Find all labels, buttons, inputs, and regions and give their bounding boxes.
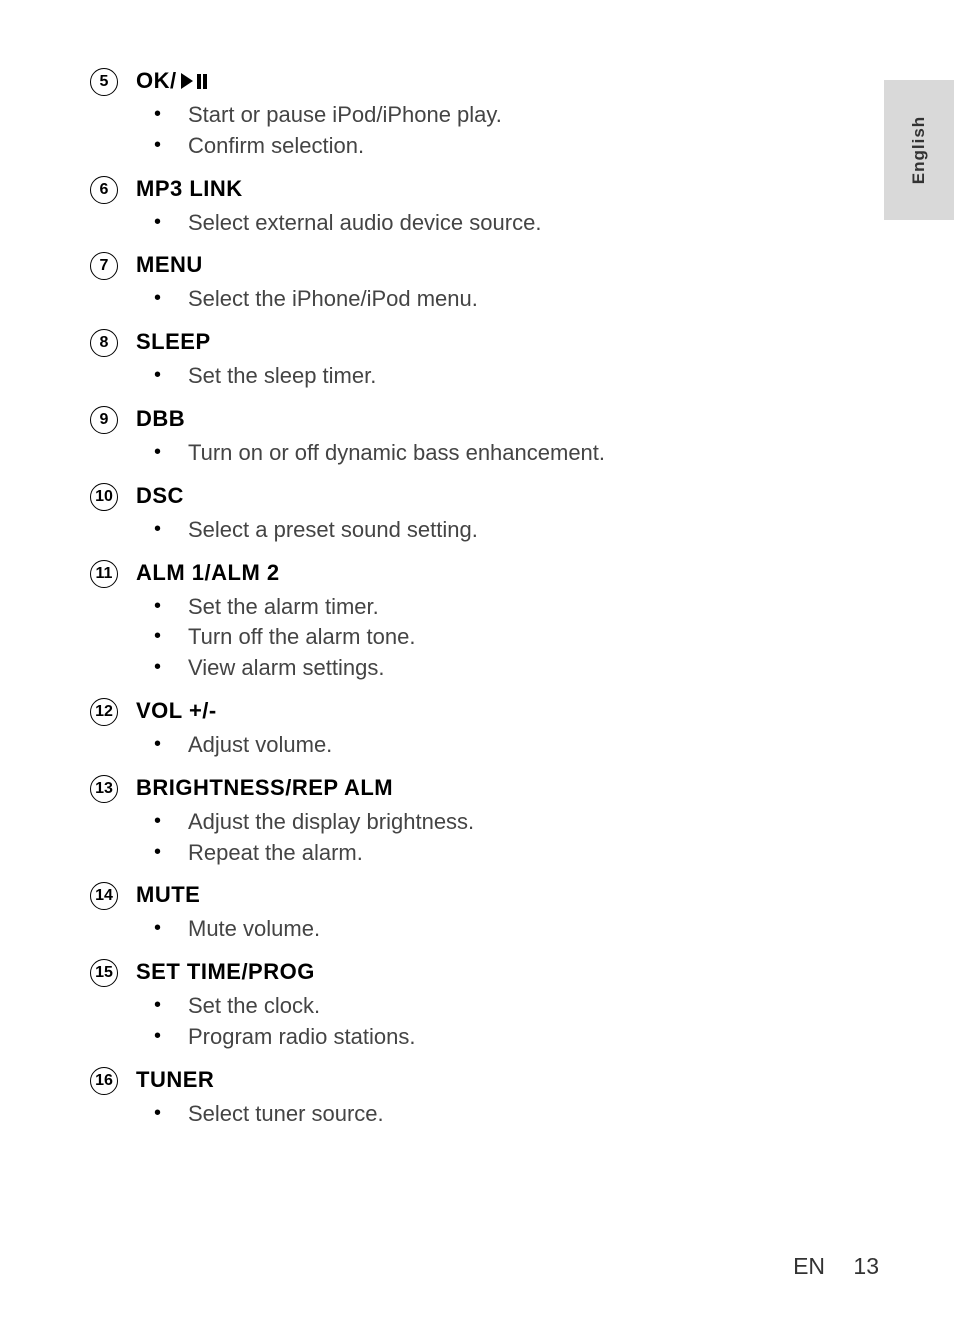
item-description: Adjust volume. <box>136 730 840 761</box>
manual-item: 14 MUTE Mute volume. <box>90 882 840 945</box>
manual-item: 5 OK/Start or pause iPod/iPhone play.Conf… <box>90 68 840 162</box>
manual-item: 10 DSC Select a preset sound setting. <box>90 483 840 546</box>
item-body: BRIGHTNESS/REP ALM Adjust the display bri… <box>136 775 840 869</box>
item-description: Mute volume. <box>136 914 840 945</box>
item-description: Start or pause iPod/iPhone play. <box>136 100 840 131</box>
item-description-list: Set the clock.Program radio stations. <box>136 991 840 1053</box>
language-tab-label: English <box>909 116 929 184</box>
item-number-circle: 7 <box>90 252 118 280</box>
item-title: SET TIME/PROG <box>136 959 840 985</box>
item-title: BRIGHTNESS/REP ALM <box>136 775 840 801</box>
item-title: OK/ <box>136 68 840 94</box>
item-description: Adjust the display brightness. <box>136 807 840 838</box>
item-description-list: Select the iPhone/iPod menu. <box>136 284 840 315</box>
item-description-list: Select external audio device source. <box>136 208 840 239</box>
item-description-list: Turn on or off dynamic bass enhancement. <box>136 438 840 469</box>
item-body: DSC Select a preset sound setting. <box>136 483 840 546</box>
footer-language: EN <box>793 1253 825 1279</box>
manual-item: 11 ALM 1/ALM 2 Set the alarm timer.Turn of… <box>90 560 840 684</box>
item-title: TUNER <box>136 1067 840 1093</box>
item-body: MP3 LINK Select external audio device sou… <box>136 176 840 239</box>
manual-item: 13 BRIGHTNESS/REP ALM Adjust the display b… <box>90 775 840 869</box>
item-body: ALM 1/ALM 2 Set the alarm timer.Turn off … <box>136 560 840 684</box>
item-description-list: Set the sleep timer. <box>136 361 840 392</box>
item-body: OK/Start or pause iPod/iPhone play.Confi… <box>136 68 840 162</box>
item-description-list: Mute volume. <box>136 914 840 945</box>
item-description-list: Adjust volume. <box>136 730 840 761</box>
item-description: Set the alarm timer. <box>136 592 840 623</box>
item-title: ALM 1/ALM 2 <box>136 560 840 586</box>
item-title: MENU <box>136 252 840 278</box>
footer-page-number: 13 <box>853 1253 879 1279</box>
item-title: MP3 LINK <box>136 176 840 202</box>
manual-item: 9 DBB Turn on or off dynamic bass enhancem… <box>90 406 840 469</box>
item-description: View alarm settings. <box>136 653 840 684</box>
item-description: Select tuner source. <box>136 1099 840 1130</box>
manual-item: 12 VOL +/- Adjust volume. <box>90 698 840 761</box>
manual-item: 8 SLEEP Set the sleep timer. <box>90 329 840 392</box>
manual-item: 7 MENU Select the iPhone/iPod menu. <box>90 252 840 315</box>
item-body: TUNER Select tuner source. <box>136 1067 840 1130</box>
item-number-circle: 5 <box>90 68 118 96</box>
item-number-circle: 14 <box>90 882 118 910</box>
item-number-circle: 11 <box>90 560 118 588</box>
item-body: DBB Turn on or off dynamic bass enhanceme… <box>136 406 840 469</box>
item-number-circle: 6 <box>90 176 118 204</box>
item-description: Select a preset sound setting. <box>136 515 840 546</box>
item-title: SLEEP <box>136 329 840 355</box>
manual-item: 16 TUNER Select tuner source. <box>90 1067 840 1130</box>
item-description: Confirm selection. <box>136 131 840 162</box>
language-tab: English <box>884 80 954 220</box>
item-description: Select the iPhone/iPod menu. <box>136 284 840 315</box>
item-description: Set the clock. <box>136 991 840 1022</box>
item-title: DBB <box>136 406 840 432</box>
play-pause-icon <box>181 73 207 89</box>
item-title: DSC <box>136 483 840 509</box>
manual-item: 6 MP3 LINK Select external audio device so… <box>90 176 840 239</box>
item-body: MUTE Mute volume. <box>136 882 840 945</box>
item-description: Turn off the alarm tone. <box>136 622 840 653</box>
item-description-list: Set the alarm timer.Turn off the alarm t… <box>136 592 840 684</box>
item-body: MENU Select the iPhone/iPod menu. <box>136 252 840 315</box>
item-number-circle: 16 <box>90 1067 118 1095</box>
item-number-circle: 15 <box>90 959 118 987</box>
item-number-circle: 8 <box>90 329 118 357</box>
item-description-list: Select a preset sound setting. <box>136 515 840 546</box>
item-description: Repeat the alarm. <box>136 838 840 869</box>
item-description-list: Start or pause iPod/iPhone play.Confirm … <box>136 100 840 162</box>
item-number-circle: 10 <box>90 483 118 511</box>
manual-content: 5 OK/Start or pause iPod/iPhone play.Conf… <box>90 68 840 1144</box>
item-body: SLEEP Set the sleep timer. <box>136 329 840 392</box>
item-description-list: Adjust the display brightness.Repeat the… <box>136 807 840 869</box>
item-description: Turn on or off dynamic bass enhancement. <box>136 438 840 469</box>
item-number-circle: 12 <box>90 698 118 726</box>
item-title: MUTE <box>136 882 840 908</box>
item-number-circle: 13 <box>90 775 118 803</box>
item-body: SET TIME/PROG Set the clock.Program radio… <box>136 959 840 1053</box>
item-title: VOL +/- <box>136 698 840 724</box>
item-number-circle: 9 <box>90 406 118 434</box>
item-description: Select external audio device source. <box>136 208 840 239</box>
item-description: Program radio stations. <box>136 1022 840 1053</box>
item-body: VOL +/- Adjust volume. <box>136 698 840 761</box>
item-description: Set the sleep timer. <box>136 361 840 392</box>
manual-item: 15 SET TIME/PROG Set the clock.Program rad… <box>90 959 840 1053</box>
page-footer: EN 13 <box>793 1253 879 1280</box>
item-description-list: Select tuner source. <box>136 1099 840 1130</box>
